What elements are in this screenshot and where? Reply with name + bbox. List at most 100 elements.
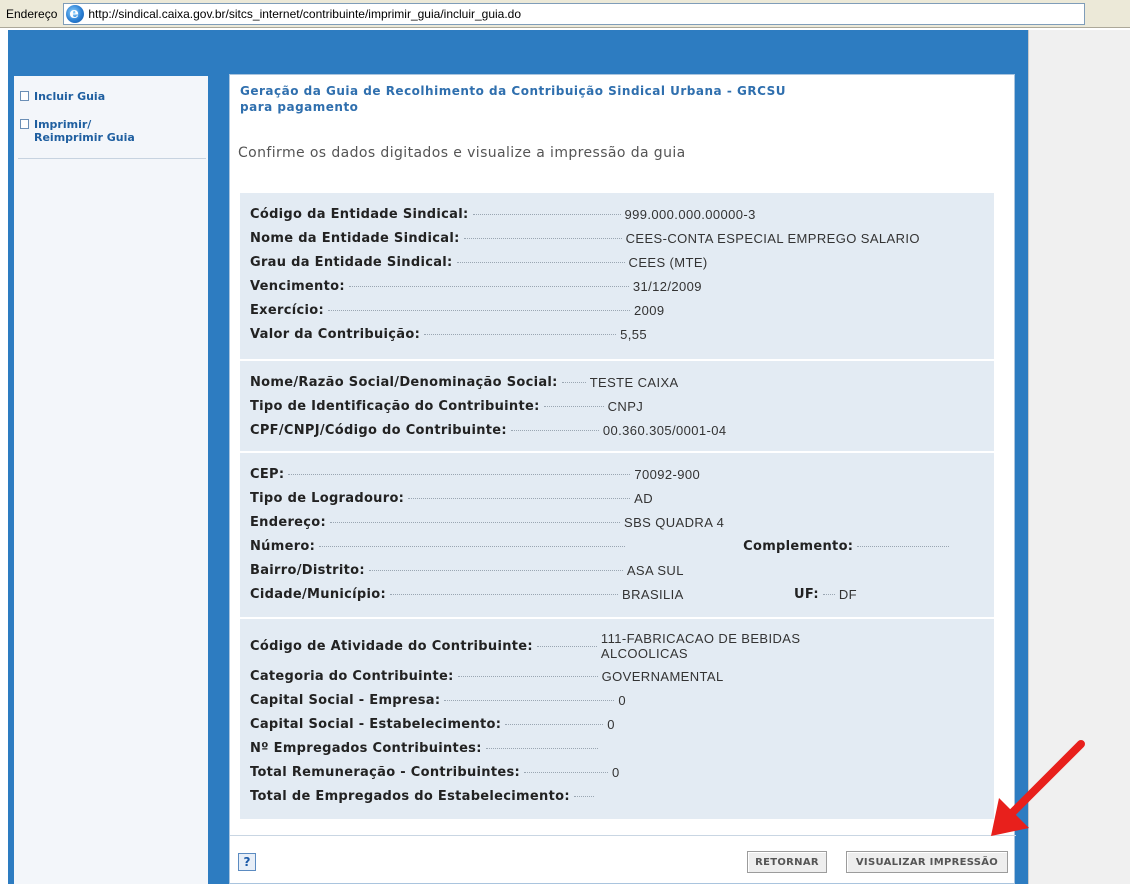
field-value: TESTE CAIXA <box>589 374 679 390</box>
field-row: Bairro/Distrito: ASA SUL <box>250 559 990 581</box>
field-row: Nº Empregados Contribuintes: <box>250 737 990 759</box>
field-label: Código de Atividade do Contribuinte: <box>250 638 533 654</box>
field-label: Grau da Entidade Sindical: <box>250 254 453 270</box>
field-label: Nome da Entidade Sindical: <box>250 230 460 246</box>
field-value: 00.360.305/0001-04 <box>602 422 727 438</box>
footer-divider <box>230 835 1016 836</box>
field-label: Código da Entidade Sindical: <box>250 206 469 222</box>
field-label: Exercício: <box>250 302 324 318</box>
field-row: Tipo de Logradouro: AD <box>250 487 990 509</box>
field-value: 5,55 <box>620 326 647 342</box>
field-value-line2: ALCOOLICAS <box>600 646 688 661</box>
page-title-line1: Geração da Guia de Recolhimento da Contr… <box>240 84 786 98</box>
address-label: Endereço <box>6 6 58 21</box>
sidebar-item-label: Incluir Guia <box>34 90 106 103</box>
field-value: GOVERNAMENTAL <box>601 668 724 684</box>
dot-leader <box>327 309 630 311</box>
dot-leader <box>463 237 622 239</box>
field-row: Código da Entidade Sindical: 999.000.000… <box>250 203 990 225</box>
field-row: Número: Complemento: <box>250 535 990 557</box>
dot-leader <box>288 473 631 475</box>
red-arrow-icon <box>991 740 1085 836</box>
field-row: CEP: 70092-900 <box>250 463 990 485</box>
dot-leader <box>857 545 950 547</box>
field-row: Valor da Contribuição: 5,55 <box>250 323 990 345</box>
page-title-line2: para pagamento <box>240 100 359 114</box>
section-endereco: CEP: 70092-900 Tipo de Logradouro: AD En… <box>240 451 994 617</box>
sidebar-divider <box>18 158 206 159</box>
section-entidade: Código da Entidade Sindical: 999.000.000… <box>240 193 994 359</box>
field-label: Vencimento: <box>250 278 345 294</box>
field-value: 0 <box>612 764 620 780</box>
field-value: AD <box>634 490 654 506</box>
dot-leader <box>330 521 621 523</box>
field-label: Complemento: <box>743 538 854 554</box>
sidebar-item-label-line2: Reimprimir Guia <box>34 131 135 144</box>
sidebar-item-imprimir-guia[interactable]: Imprimir/ Reimprimir Guia <box>20 118 135 144</box>
page-subtitle: Confirme os dados digitados e visualize … <box>238 145 686 161</box>
sidebar: Incluir Guia Imprimir/ Reimprimir Guia <box>14 76 208 884</box>
dot-leader <box>543 405 604 407</box>
field-label: Bairro/Distrito: <box>250 562 365 578</box>
sidebar-item-label: Imprimir/ Reimprimir Guia <box>34 118 135 144</box>
dot-leader <box>510 429 599 431</box>
dot-leader <box>472 213 621 215</box>
data-summary-box: Código da Entidade Sindical: 999.000.000… <box>240 193 994 819</box>
field-row: Capital Social - Empresa: 0 <box>250 689 990 711</box>
page-title: Geração da Guia de Recolhimento da Contr… <box>240 83 920 115</box>
page-icon <box>20 91 29 101</box>
main-panel: Geração da Guia de Recolhimento da Contr… <box>229 74 1016 884</box>
field-row: Endereço: SBS QUADRA 4 <box>250 511 990 533</box>
field-label: Cidade/Município: <box>250 586 387 602</box>
field-value: 2009 <box>633 302 665 318</box>
dot-leader <box>536 645 597 647</box>
help-button[interactable]: ? <box>238 853 256 871</box>
field-value: 0 <box>618 692 626 708</box>
field-value: BRASILIA <box>622 586 684 602</box>
field-row: Código de Atividade do Contribuinte: 111… <box>250 629 990 663</box>
dot-leader <box>424 333 617 335</box>
field-value-line1: 111-FABRICACAO DE BEBIDAS <box>600 631 801 646</box>
retornar-button[interactable]: RETORNAR <box>747 851 827 873</box>
ie-page-icon <box>66 4 85 23</box>
field-label: Número: <box>250 538 316 554</box>
field-row: Nome da Entidade Sindical: CEES-CONTA ES… <box>250 227 990 249</box>
section-atividade: Código de Atividade do Contribuinte: 111… <box>240 617 994 819</box>
field-label: CEP: <box>250 466 285 482</box>
url-text[interactable]: http://sindical.caixa.gov.br/sitcs_inter… <box>88 7 521 21</box>
field-label: Categoria do Contribuinte: <box>250 668 454 684</box>
dot-leader <box>524 771 609 773</box>
field-row: Total de Empregados do Estabelecimento: <box>250 785 990 807</box>
field-value: ASA SUL <box>626 562 684 578</box>
url-field[interactable]: http://sindical.caixa.gov.br/sitcs_inter… <box>63 2 1086 25</box>
field-row: Categoria do Contribuinte: GOVERNAMENTAL <box>250 665 990 687</box>
field-label: Nome/Razão Social/Denominação Social: <box>250 374 558 390</box>
dot-leader <box>573 795 594 797</box>
field-row: Grau da Entidade Sindical: CEES (MTE) <box>250 251 990 273</box>
sidebar-item-incluir-guia[interactable]: Incluir Guia <box>20 90 105 103</box>
dot-leader <box>485 747 598 749</box>
visualizar-impressao-button[interactable]: VISUALIZAR IMPRESSÃO <box>846 851 1008 873</box>
field-value: 999.000.000.00000-3 <box>624 206 756 222</box>
field-row: Exercício: 2009 <box>250 299 990 321</box>
field-value: SBS QUADRA 4 <box>624 514 725 530</box>
field-label: Total de Empregados do Estabelecimento: <box>250 788 570 804</box>
field-label: CPF/CNPJ/Código do Contribuinte: <box>250 422 507 438</box>
field-value: DF <box>838 586 857 602</box>
field-label: Endereço: <box>250 514 327 530</box>
field-value: 111-FABRICACAO DE BEBIDAS ALCOOLICAS <box>601 631 801 661</box>
dot-leader <box>348 285 629 287</box>
field-value: CNPJ <box>607 398 644 414</box>
field-value: 0 <box>607 716 615 732</box>
dot-leader <box>319 545 626 547</box>
field-label: Capital Social - Estabelecimento: <box>250 716 502 732</box>
dot-leader <box>368 569 623 571</box>
field-value: 31/12/2009 <box>632 278 702 294</box>
dot-leader <box>561 381 586 383</box>
address-bar: Endereço http://sindical.caixa.gov.br/si… <box>0 0 1130 28</box>
page-icon <box>20 119 29 129</box>
field-row: Vencimento: 31/12/2009 <box>250 275 990 297</box>
field-label: Tipo de Logradouro: <box>250 490 405 506</box>
field-label: Valor da Contribuição: <box>250 326 421 342</box>
field-value: CEES-CONTA ESPECIAL EMPREGO SALARIO <box>625 230 920 246</box>
